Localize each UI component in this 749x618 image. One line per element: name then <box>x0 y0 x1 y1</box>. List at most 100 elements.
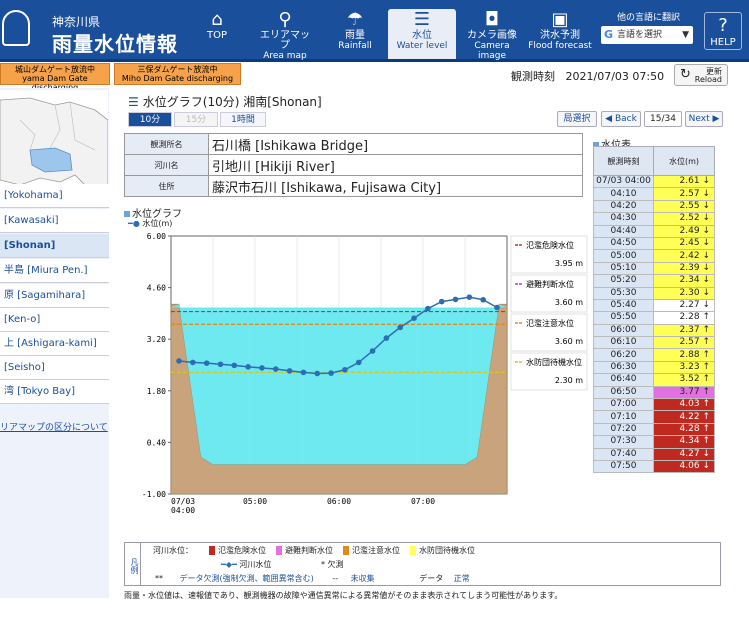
row-level: 2.49 ↓ <box>653 224 715 238</box>
next-button[interactable]: Next ▶ <box>685 111 723 127</box>
row-time: 05:20 <box>593 274 654 288</box>
row-level: 4.22 ↑ <box>653 410 715 424</box>
sidebar-item-tokyo-bay[interactable]: 湾 [Tokyo Bay] <box>0 380 109 404</box>
sidebar-item-ashigara-kami[interactable]: 上 [Ashigara-kami] <box>0 332 109 356</box>
nav-area-map-en: Area map <box>263 51 307 61</box>
table-row: 06:40 3.52 ↑ <box>593 373 715 387</box>
data-point <box>190 359 196 366</box>
sidebar-item-sagamihara[interactable]: 原 [Sagamihara] <box>0 284 109 308</box>
translate-label: 他の言語に翻訳 <box>616 13 680 23</box>
row-level: 4.03 ↑ <box>653 398 715 412</box>
site-logo[interactable]: 神奈川県 雨量水位情報 <box>0 0 200 60</box>
shiroyama-dam-gate-badge[interactable]: 城山ダムゲート放流中 yama Dam Gate discharging <box>0 63 110 92</box>
row-level: 2.39 ↓ <box>653 261 715 276</box>
area-division-link[interactable]: リアマップの区分について <box>0 420 108 433</box>
threshold-legend-value: 3.60 m <box>555 298 583 307</box>
row-time: 07:10 <box>593 410 654 424</box>
tab-10min[interactable]: 10分 <box>128 112 172 127</box>
data-point <box>176 358 182 364</box>
x-tick-label: 07:00 <box>411 497 435 506</box>
observation-time-value: 2021/07/03 07:50 <box>565 70 665 83</box>
legend-items: 氾濫危険水位 避難判断水位 氾濫注意水位 水防団待機水位 <box>209 545 485 555</box>
table-row: 07:40 4.27 ↓ <box>593 447 715 462</box>
square-bullet-icon <box>124 211 130 217</box>
station-select-button[interactable]: 局選択 <box>557 111 597 127</box>
row-level: 2.57 ↓ <box>653 187 715 201</box>
table-row: 07/03 04:00 2.61 ↓ <box>593 174 715 189</box>
row-level: 3.52 ↑ <box>653 373 715 387</box>
threshold-legend-value: 3.95 m <box>555 259 583 268</box>
sidebar-item-seisho[interactable]: [Seisho] <box>0 356 109 380</box>
nav-flood-forecast-label: 洪水予測 <box>540 30 580 41</box>
y-tick-label: 4.60 <box>147 284 166 293</box>
gate-jp: 城山ダムゲート放流中 <box>15 65 95 74</box>
reload-button[interactable]: ↻ 更新 Reload <box>674 64 728 86</box>
language-select[interactable]: G 言語を選択 ▼ <box>601 26 693 44</box>
observation-time-label: 観測時刻 <box>511 70 555 83</box>
row-level: 2.45 ↓ <box>653 236 715 251</box>
data-point <box>245 364 251 370</box>
data-point <box>480 296 486 303</box>
address-label: 住所 <box>124 175 209 197</box>
row-time: 06:20 <box>593 348 654 362</box>
row-level: 2.61 ↓ <box>653 174 715 189</box>
data-point <box>355 359 362 366</box>
sidebar-item-ken-o[interactable]: [Ken-o] <box>0 308 109 332</box>
data-point <box>259 365 265 371</box>
row-time: 05:00 <box>593 249 654 263</box>
table-row: 04:40 2.49 ↓ <box>593 224 715 238</box>
nav-area-map[interactable]: ⚲ エリアマップ Area map <box>256 9 314 61</box>
legend-item: 避難判断水位 <box>276 546 333 555</box>
legend-item: 氾濫注意水位 <box>343 546 400 555</box>
miho-dam-gate-badge[interactable]: 三保ダムゲート放流中 Miho Dam Gate discharging <box>114 63 241 85</box>
nav-flood-forecast[interactable]: ▣ 洪水予測 Flood forecast <box>527 9 593 59</box>
code-mark: ** <box>155 574 163 583</box>
page-title: ☰ 水位グラフ(10分) 湘南[Shonan] <box>128 93 322 110</box>
sidebar-item-miura[interactable]: 半島 [Miura Pen.] <box>0 259 109 283</box>
row-time: 06:40 <box>593 373 654 387</box>
chevron-down-icon: ▼ <box>682 30 689 40</box>
header-level: 水位(m) <box>653 146 715 176</box>
data-point <box>217 361 224 368</box>
table-row: 07:20 4.28 ↑ <box>593 422 715 437</box>
nav-camera[interactable]: ◘ カメラ画像 Camera image <box>460 9 524 61</box>
threshold-legend-value: 2.30 m <box>555 376 583 385</box>
data-point <box>397 324 404 331</box>
legend-item-label: 氾濫注意水位 <box>352 546 400 555</box>
data-point <box>300 369 307 376</box>
row-level: 2.37 ↑ <box>653 323 715 338</box>
legend-missing: * 欠測 <box>321 560 344 569</box>
row-time: 07/03 04:00 <box>593 174 654 189</box>
nav-water-level[interactable]: ☰ 水位 Water level <box>388 9 456 59</box>
data-point <box>369 348 376 354</box>
help-button[interactable]: ? HELP <box>704 12 742 50</box>
tab-1hour[interactable]: 1時間 <box>220 112 266 127</box>
legend-swatch <box>343 546 349 555</box>
table-row: 06:00 2.37 ↑ <box>593 323 715 338</box>
observation-time: 観測時刻 2021/07/03 07:50 <box>511 68 664 84</box>
sidebar-item-yokohama[interactable]: [Yokohama] <box>0 184 109 208</box>
code-label: 正常 <box>453 574 470 583</box>
row-time: 04:20 <box>593 199 654 214</box>
table-row: 05:20 2.34 ↓ <box>593 274 715 288</box>
station-label: 観測所名 <box>124 133 209 155</box>
data-point <box>494 304 500 311</box>
nav-top[interactable]: ⌂ TOP <box>196 9 238 59</box>
x-tick-label: 04:00 <box>171 506 195 515</box>
legend-item-label: 避難判断水位 <box>285 546 333 555</box>
data-point <box>411 315 417 321</box>
x-tick-label: 05:00 <box>243 497 267 506</box>
tab-15min[interactable]: 15分 <box>174 112 218 127</box>
threshold-legend-name: 氾濫危険水位 <box>526 240 574 250</box>
nav-camera-en: Camera image <box>474 41 510 61</box>
nav-flood-forecast-en: Flood forecast <box>528 41 592 51</box>
nav-top-label: TOP <box>206 30 227 41</box>
row-level: 4.28 ↑ <box>653 422 715 437</box>
back-button[interactable]: ◀ Back <box>601 111 641 127</box>
nav-rainfall[interactable]: ☂ 雨量 Rainfall <box>330 9 380 59</box>
sidebar-item-kawasaki[interactable]: [Kawasaki] <box>0 209 109 233</box>
sidebar-item-shonan[interactable]: [Shonan] <box>0 234 109 258</box>
row-level: 3.77 ↑ <box>653 385 715 400</box>
row-time: 04:10 <box>593 187 654 201</box>
prefecture-emblem-icon <box>2 10 30 46</box>
